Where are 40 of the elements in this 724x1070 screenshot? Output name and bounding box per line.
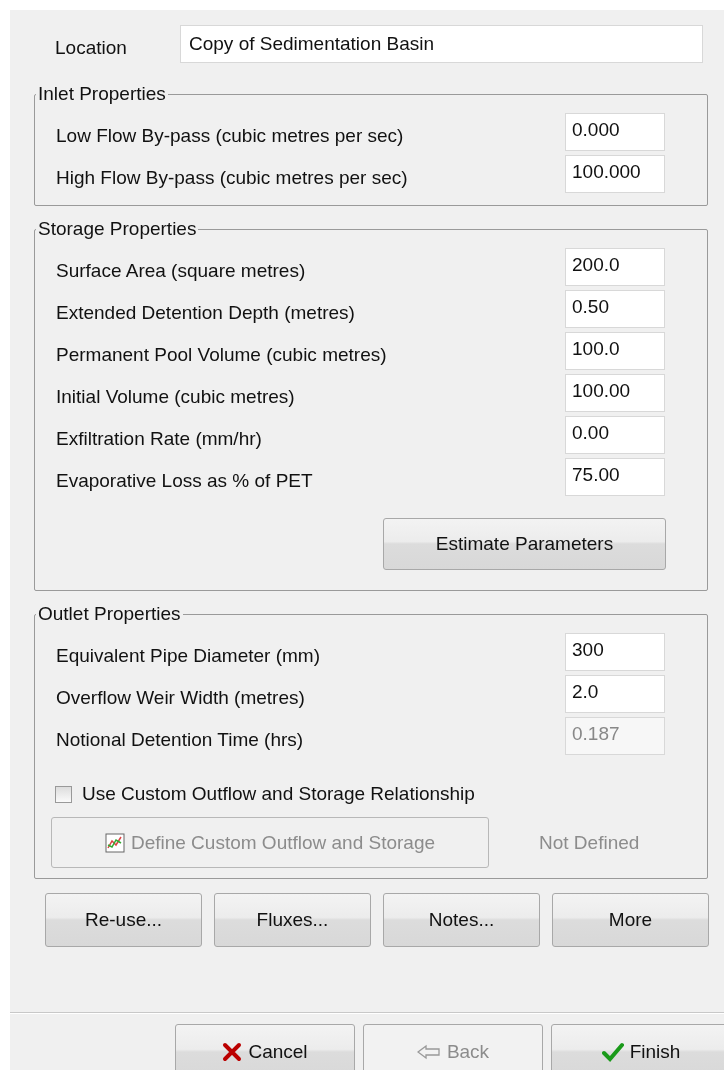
action-button[interactable]: Fluxes... — [214, 893, 371, 947]
input-field[interactable]: 2.0 — [565, 675, 665, 713]
status-text: Not Defined — [539, 831, 640, 854]
input-field[interactable]: 0.50 — [565, 290, 665, 328]
field-label: High Flow By-pass (cubic metres per sec) — [56, 166, 409, 189]
group-title: Storage Properties — [37, 218, 198, 240]
field-label: Extended Detention Depth (metres) — [56, 301, 356, 324]
input-field[interactable]: 100.000 — [565, 155, 665, 193]
cross-icon — [222, 1042, 243, 1062]
chart-icon — [104, 832, 125, 853]
group-title: Outlet Properties — [37, 603, 182, 625]
location-label: Location — [55, 36, 128, 59]
checkbox-label: Use Custom Outflow and Storage Relationship — [82, 783, 475, 805]
action-button[interactable]: Notes... — [383, 893, 540, 947]
field-label: Equivalent Pipe Diameter (mm) — [56, 644, 321, 667]
field-label: Permanent Pool Volume (cubic metres) — [56, 343, 388, 366]
input-field[interactable]: 200.0 — [565, 248, 665, 286]
action-button[interactable]: More — [552, 893, 709, 947]
cancel-button[interactable]: Cancel — [175, 1024, 355, 1070]
arrow-left-icon — [416, 1044, 441, 1060]
field-label: Notional Detention Time (hrs) — [56, 728, 305, 751]
field-label: Evaporative Loss as % of PET — [56, 469, 314, 492]
input-field[interactable]: 100.00 — [565, 374, 665, 412]
checkbox[interactable] — [55, 785, 72, 803]
field-label: Surface Area (square metres) — [56, 259, 307, 282]
location-field[interactable]: Copy of Sedimentation Basin — [180, 25, 703, 63]
input-field[interactable]: 0.00 — [565, 416, 665, 454]
input-field[interactable]: 0.000 — [565, 113, 665, 151]
input-field[interactable]: 300 — [565, 633, 665, 671]
finish-button[interactable]: Finish — [551, 1024, 724, 1070]
field-label: Initial Volume (cubic metres) — [56, 385, 296, 408]
action-button[interactable]: Re-use... — [45, 893, 202, 947]
group-title: Inlet Properties — [37, 83, 167, 105]
input-field[interactable]: 100.0 — [565, 332, 665, 370]
field-label: Overflow Weir Width (metres) — [56, 686, 306, 709]
input-field[interactable]: 75.00 — [565, 458, 665, 496]
estimate-button[interactable]: Estimate Parameters — [383, 518, 666, 570]
check-icon — [601, 1042, 624, 1062]
field-label: Low Flow By-pass (cubic metres per sec) — [56, 124, 405, 147]
field-label: Exfiltration Rate (mm/hr) — [56, 427, 263, 450]
